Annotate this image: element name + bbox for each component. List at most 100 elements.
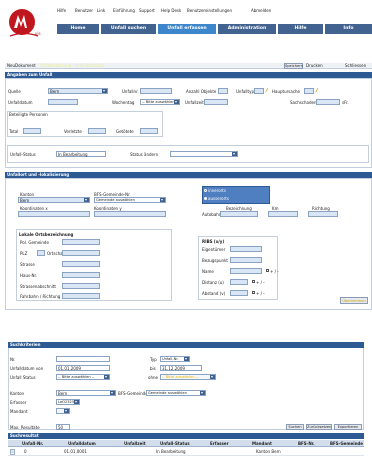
sachschaden-label: Sachschaden: [290, 100, 317, 105]
export-button[interactable]: Exportieren: [334, 424, 362, 430]
unfallnr-label: Unfallnr.: [122, 89, 139, 94]
tab-info[interactable]: Info: [325, 24, 372, 34]
wochentag-select[interactable]: -- Bitte auswählen --: [140, 99, 180, 105]
tab-unfall-erfassen[interactable]: Unfall erfassen: [158, 24, 216, 34]
search-status-select[interactable]: -- Bitte auswählen --: [56, 374, 110, 380]
tab-unfall-suchen[interactable]: Unfall suchen: [101, 24, 156, 34]
col-erfasser[interactable]: Erfasser: [210, 442, 229, 446]
tab-administration[interactable]: Administration: [218, 24, 276, 34]
search-mandant-select[interactable]: [56, 408, 70, 414]
anzahl-objekte-input[interactable]: [218, 88, 228, 94]
fahrbahn-input[interactable]: [62, 293, 100, 299]
print-button[interactable]: Drucken: [306, 64, 323, 68]
link-link[interactable]: Link: [97, 9, 105, 13]
cell-unfall-status: In Bearbeitung: [156, 449, 186, 454]
link-abmelden[interactable]: Abmelden: [251, 9, 271, 13]
bfs-select[interactable]: Gemeinde auswählen: [94, 197, 166, 203]
search-kanton-select[interactable]: Bern: [56, 390, 116, 396]
verletzte-input[interactable]: [88, 128, 106, 134]
search-erfasser-select[interactable]: LeO2325: [56, 399, 80, 405]
abstand-input[interactable]: [230, 290, 248, 296]
search-datum-bis-input[interactable]: 31.12.2009: [160, 365, 202, 371]
link-benutzer[interactable]: Benutzer: [75, 9, 93, 13]
plz-input[interactable]: [37, 250, 45, 256]
link-benutzereinstellungen[interactable]: Benutzereinstellungen: [187, 9, 232, 13]
link-hilfe[interactable]: Hilfe: [57, 9, 66, 13]
col-unfallzeit[interactable]: Unfallzeit: [124, 442, 146, 446]
search-button[interactable]: Suchen: [286, 424, 304, 430]
km-input[interactable]: [268, 211, 298, 217]
search-typ-select[interactable]: Unfall-Nr.: [160, 356, 190, 362]
save-button[interactable]: Speichern: [284, 63, 303, 69]
name-pm-checkbox[interactable]: [266, 269, 269, 272]
col-bfs-gemeinde[interactable]: BFS-Gemeinde: [330, 442, 363, 446]
link-helpdesk[interactable]: Help Desk: [161, 9, 181, 13]
col-unfalldatum[interactable]: Unfalldatum: [68, 442, 96, 446]
eigentuemer-input[interactable]: [230, 246, 262, 252]
getoetete-input[interactable]: [140, 128, 158, 134]
bezugspunkt-input[interactable]: [230, 257, 262, 263]
col-unfall-nr[interactable]: Unfall-Nr.: [22, 442, 43, 446]
total-input[interactable]: [23, 128, 41, 134]
search-title: Suchkriterien: [10, 342, 41, 347]
search-ohne-select[interactable]: -- Bitte auswählen --: [160, 374, 216, 380]
distanz-input[interactable]: [230, 279, 248, 285]
koord-x-input[interactable]: [18, 211, 90, 217]
link-einfuehrung[interactable]: Einführung: [113, 9, 135, 13]
close-button[interactable]: Schliessen: [345, 64, 366, 68]
innerorts-radio[interactable]: [204, 189, 207, 192]
pencil-icon[interactable]: [315, 88, 318, 93]
search-status-label: Unfall Status: [10, 375, 36, 380]
search-ohne-label: ohne: [148, 375, 158, 380]
quelle-select[interactable]: Bern: [48, 88, 108, 94]
link-support[interactable]: Support: [139, 9, 155, 13]
koord-y-input[interactable]: [94, 211, 166, 217]
uebernehmen-button[interactable]: Übernehmen: [340, 297, 368, 304]
strasse-input[interactable]: [62, 261, 100, 267]
hausnr-input[interactable]: [62, 272, 100, 278]
toolbar-neu[interactable]: Neu: [7, 64, 15, 68]
search-datum-von-input[interactable]: 01.01.2009: [56, 365, 110, 371]
toolbar-crumb: Unfallerfassung - Unfallprotokoll: [40, 63, 105, 68]
unfallzeit-input[interactable]: [204, 99, 228, 105]
abstand-pm-checkbox[interactable]: [252, 291, 255, 294]
unfalldatum-label: Unfalldatum: [8, 100, 33, 105]
richtung-input[interactable]: [308, 211, 338, 217]
sachschaden-input[interactable]: [316, 99, 340, 105]
name-label: Name: [202, 269, 214, 274]
logo-text: vis: [35, 31, 41, 36]
pol-gemeinde-input[interactable]: [62, 239, 100, 245]
distanz-pm-checkbox[interactable]: [252, 280, 255, 283]
unfallnr-input[interactable]: [140, 88, 172, 94]
ortschaft-input[interactable]: [62, 250, 100, 256]
bezeichnung-input[interactable]: [220, 211, 258, 217]
status-aendern-select[interactable]: [170, 151, 238, 157]
lokale-title: Lokale Ortsbezeichnung: [19, 232, 74, 237]
reset-button[interactable]: Zurücksetzen: [306, 424, 332, 430]
table-row[interactable]: [8, 448, 364, 456]
col-mandant[interactable]: Mandant: [252, 442, 272, 446]
unfalldatum-input[interactable]: [48, 99, 78, 105]
toolbar-dokument[interactable]: Dokument: [15, 64, 36, 68]
fahrbahn-label: Fahrbahn / Richtung: [20, 294, 61, 299]
search-bfs-value: Gemeinde auswählen: [148, 391, 187, 395]
unfalltyp-input[interactable]: [254, 88, 264, 94]
document-icon[interactable]: [10, 449, 15, 455]
search-bfs-select[interactable]: Gemeinde auswählen: [146, 390, 206, 396]
tab-home[interactable]: Home: [57, 24, 99, 34]
search-max-input[interactable]: 50: [56, 424, 70, 430]
col-bfs-nr[interactable]: BFS-Nr.: [298, 442, 315, 446]
search-kanton-label: Kanton: [10, 391, 25, 396]
col-unfall-status[interactable]: Unfall-Status: [160, 442, 190, 446]
pencil-icon[interactable]: [265, 88, 268, 93]
search-nr-input[interactable]: [56, 356, 110, 362]
chevron-down-icon: [210, 375, 215, 379]
quelle-value: Bern: [50, 89, 60, 94]
tab-hilfe[interactable]: Hilfe: [278, 24, 323, 34]
name-input[interactable]: [230, 268, 262, 274]
strassenabschnitt-input[interactable]: [62, 283, 100, 289]
ausserorts-radio[interactable]: [204, 197, 207, 200]
hauptursache-input[interactable]: [304, 88, 314, 94]
kanton-select[interactable]: Bern: [18, 197, 90, 203]
wochentag-label: Wochentag: [112, 100, 135, 105]
